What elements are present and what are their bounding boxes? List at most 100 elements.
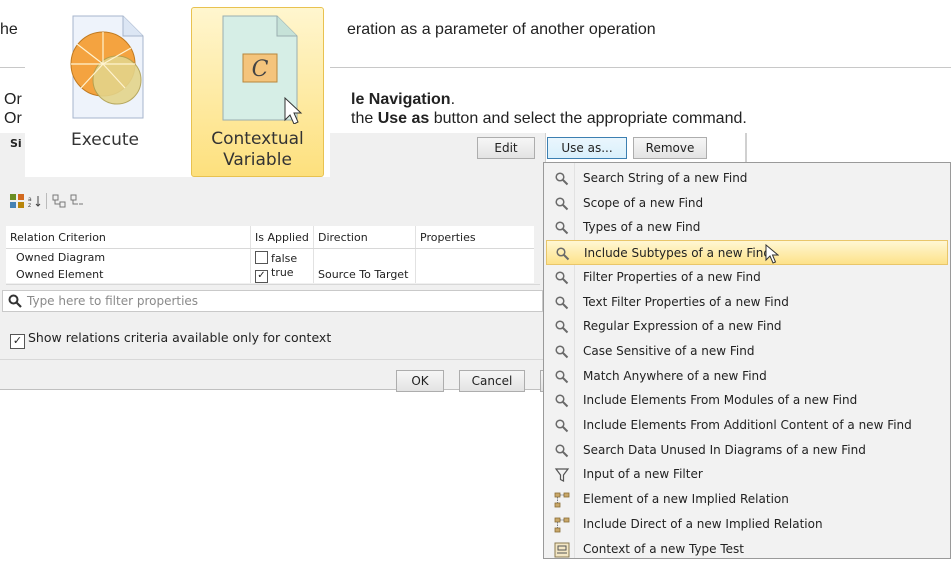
menu-item-label: Filter Properties of a new Find	[583, 269, 761, 284]
svg-text:z: z	[28, 202, 31, 208]
big-icon-panel: Execute C Contextual Variable	[25, 0, 330, 177]
menu-item[interactable]: Case Sensitive of a new Find	[546, 339, 948, 364]
contextual-variable-icon: C	[222, 15, 302, 125]
search-icon	[554, 344, 570, 360]
search-icon	[554, 418, 570, 434]
show-relations-checkbox[interactable]: ✓	[10, 334, 25, 349]
menu-item[interactable]: Search Data Unused In Diagrams of a new …	[546, 438, 948, 463]
menu-item-label: Types of a new Find	[583, 220, 701, 235]
applied-checkbox[interactable]: ✓	[255, 270, 268, 283]
use-as-button[interactable]: Use as...	[547, 137, 627, 159]
header-relation-criterion[interactable]: Relation Criterion	[6, 226, 251, 249]
execute-icon	[70, 15, 144, 119]
remove-button[interactable]: Remove	[633, 137, 707, 159]
applied-value: true	[271, 266, 294, 279]
contextual-variable-label-2: Variable	[223, 150, 292, 170]
menu-item[interactable]: Include Elements From Additionl Content …	[546, 413, 948, 438]
menu-item-label: Input of a new Filter	[583, 467, 703, 482]
filter-placeholder: Type here to filter properties	[27, 294, 199, 308]
execute-label: Execute	[71, 130, 139, 150]
menu-item-label: Include Elements From Modules of a new F…	[583, 393, 858, 408]
implied-relation-icon	[554, 517, 570, 533]
ok-button[interactable]: OK	[396, 370, 444, 392]
implied-relation-icon	[554, 492, 570, 508]
menu-item-label: Context of a new Type Test	[583, 541, 744, 556]
menu-item-label: Regular Expression of a new Find	[583, 319, 782, 334]
filter-field[interactable]: Type here to filter properties	[2, 290, 543, 312]
cancel-button[interactable]: Cancel	[459, 370, 525, 392]
menu-item-label: Include Subtypes of a new Find	[584, 246, 771, 261]
properties-cell	[416, 266, 535, 283]
show-relations-checkbox-row[interactable]: ✓ Show relations criteria available only …	[10, 329, 331, 349]
toolbar-separator	[46, 193, 47, 209]
direction-cell	[313, 248, 416, 266]
search-icon	[554, 393, 570, 409]
search-icon	[554, 369, 570, 385]
categorized-view-icon[interactable]	[10, 194, 24, 208]
criterion-cell: Owned Element	[6, 266, 251, 283]
applied-checkbox[interactable]	[255, 250, 268, 264]
is-applied-cell[interactable]: false	[250, 248, 314, 266]
search-icon	[554, 220, 570, 236]
menu-item[interactable]: Types of a new Find	[546, 215, 948, 240]
menu-item-label: Include Elements From Additionl Content …	[583, 418, 912, 432]
menu-item[interactable]: Include Direct of a new Implied Relation	[546, 512, 948, 537]
sort-alphabetical-icon[interactable]: az	[28, 194, 42, 209]
menu-item-label: Case Sensitive of a new Find	[583, 343, 755, 358]
simple-navigation-term: le Navigation	[351, 91, 451, 108]
menu-item[interactable]: Input of a new Filter	[546, 462, 948, 487]
edit-button[interactable]: Edit	[477, 137, 535, 159]
doc-line-2-start: Or	[4, 91, 22, 108]
direction-cell: Source To Target	[313, 266, 416, 283]
dialog-title: Si	[10, 137, 22, 150]
doc-line-3-start: Or	[4, 110, 22, 127]
is-applied-cell[interactable]: ✓ true	[250, 266, 314, 283]
search-icon	[554, 295, 570, 311]
menu-item-label: Include Direct of a new Implied Relation	[583, 516, 823, 531]
menu-item-label: Text Filter Properties of a new Find	[583, 294, 789, 309]
doc-line-3-end: the Use as button and select the appropr…	[351, 110, 747, 128]
menu-item-label: Match Anywhere of a new Find	[583, 368, 767, 383]
footer-divider	[0, 359, 545, 360]
button-bar-edge	[745, 133, 747, 162]
applied-value: false	[271, 251, 298, 265]
table-bottom-border	[6, 284, 540, 285]
use-as-menu: Search String of a new Find Scope of a ne…	[543, 162, 951, 559]
table-row[interactable]: Owned Diagram false	[6, 248, 534, 266]
doc-line-1-start: he	[0, 21, 18, 38]
doc-line-2-period: .	[450, 91, 456, 108]
header-direction[interactable]: Direction	[313, 226, 416, 249]
header-is-applied[interactable]: Is Applied	[250, 226, 314, 249]
menu-item[interactable]: Context of a new Type Test	[546, 537, 948, 562]
menu-item[interactable]: Text Filter Properties of a new Find	[546, 290, 948, 315]
doc-line-3-the: the	[351, 110, 378, 127]
table-header-row: Relation Criterion Is Applied Direction …	[6, 226, 534, 249]
show-relations-label: Show relations criteria available only f…	[28, 330, 332, 345]
table-row[interactable]: Owned Element ✓ true Source To Target	[6, 266, 534, 283]
variable-glyph: C	[251, 57, 268, 82]
menu-item[interactable]: Match Anywhere of a new Find	[546, 364, 948, 389]
menu-item[interactable]: Search String of a new Find	[546, 166, 948, 191]
search-icon	[554, 319, 570, 335]
menu-item[interactable]: Filter Properties of a new Find	[546, 265, 948, 290]
search-icon	[8, 294, 22, 308]
menu-item-label: Scope of a new Find	[583, 195, 704, 210]
execute-tile[interactable]: Execute	[40, 8, 170, 173]
menu-item[interactable]: Element of a new Implied Relation	[546, 487, 948, 512]
contextual-variable-tile[interactable]: C Contextual Variable	[191, 7, 324, 177]
search-icon	[554, 171, 570, 187]
use-as-term: Use as	[377, 110, 430, 127]
criterion-cell: Owned Diagram	[6, 248, 251, 266]
menu-item[interactable]: Regular Expression of a new Find	[546, 314, 948, 339]
collapse-all-icon[interactable]	[70, 194, 84, 208]
search-icon	[554, 270, 570, 286]
menu-item[interactable]: Include Elements From Modules of a new F…	[546, 388, 948, 413]
menu-item[interactable]: Scope of a new Find	[546, 191, 948, 216]
filter-icon	[554, 467, 570, 483]
search-icon	[555, 246, 571, 262]
menu-item-label: Element of a new Implied Relation	[583, 492, 789, 507]
search-icon	[554, 443, 570, 459]
menu-item[interactable]: Include Subtypes of a new Find	[546, 240, 948, 266]
expand-all-icon[interactable]	[52, 194, 66, 208]
header-properties[interactable]: Properties	[415, 226, 534, 249]
